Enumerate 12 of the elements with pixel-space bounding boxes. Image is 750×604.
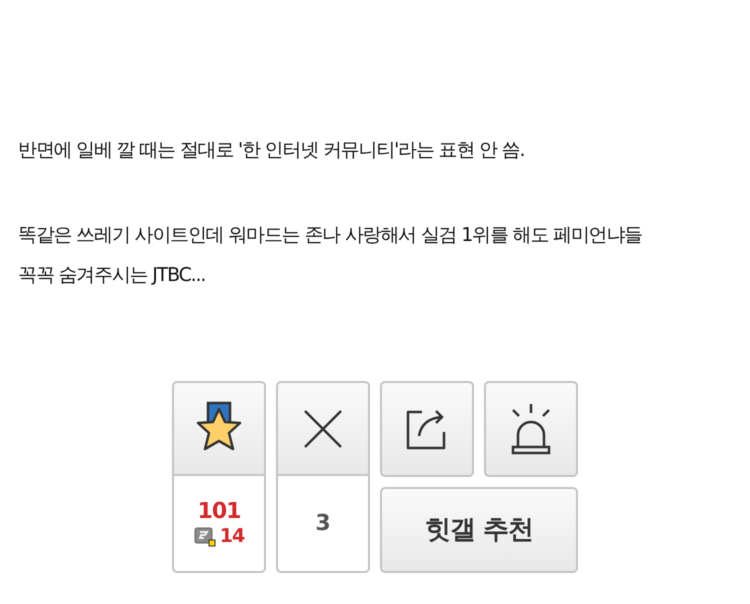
recommend-button[interactable] <box>174 383 264 476</box>
hit-gallery-recommend-button[interactable]: 힛갤 추천 <box>380 487 578 573</box>
paragraph: 반면에 일베 깔 때는 절대로 '한 인터넷 커뮤니티'라는 표현 안 씀. <box>18 138 526 163</box>
dislike-count: 3 <box>315 510 331 538</box>
fixed-nick-icon <box>194 526 216 546</box>
paragraph: 똑같은 쓰레기 사이트인데 워마드는 존나 사랑해서 실검 1위를 해도 페미언냐들 꼭꼭 숨겨주시는 JTBC... <box>18 223 644 288</box>
siren-icon <box>509 403 553 455</box>
dislike-button[interactable] <box>278 383 368 476</box>
share-button[interactable] <box>380 381 474 477</box>
recommend-count: 101 <box>198 500 240 522</box>
fixed-nick-count: 14 <box>220 527 244 546</box>
report-button[interactable] <box>484 381 578 477</box>
